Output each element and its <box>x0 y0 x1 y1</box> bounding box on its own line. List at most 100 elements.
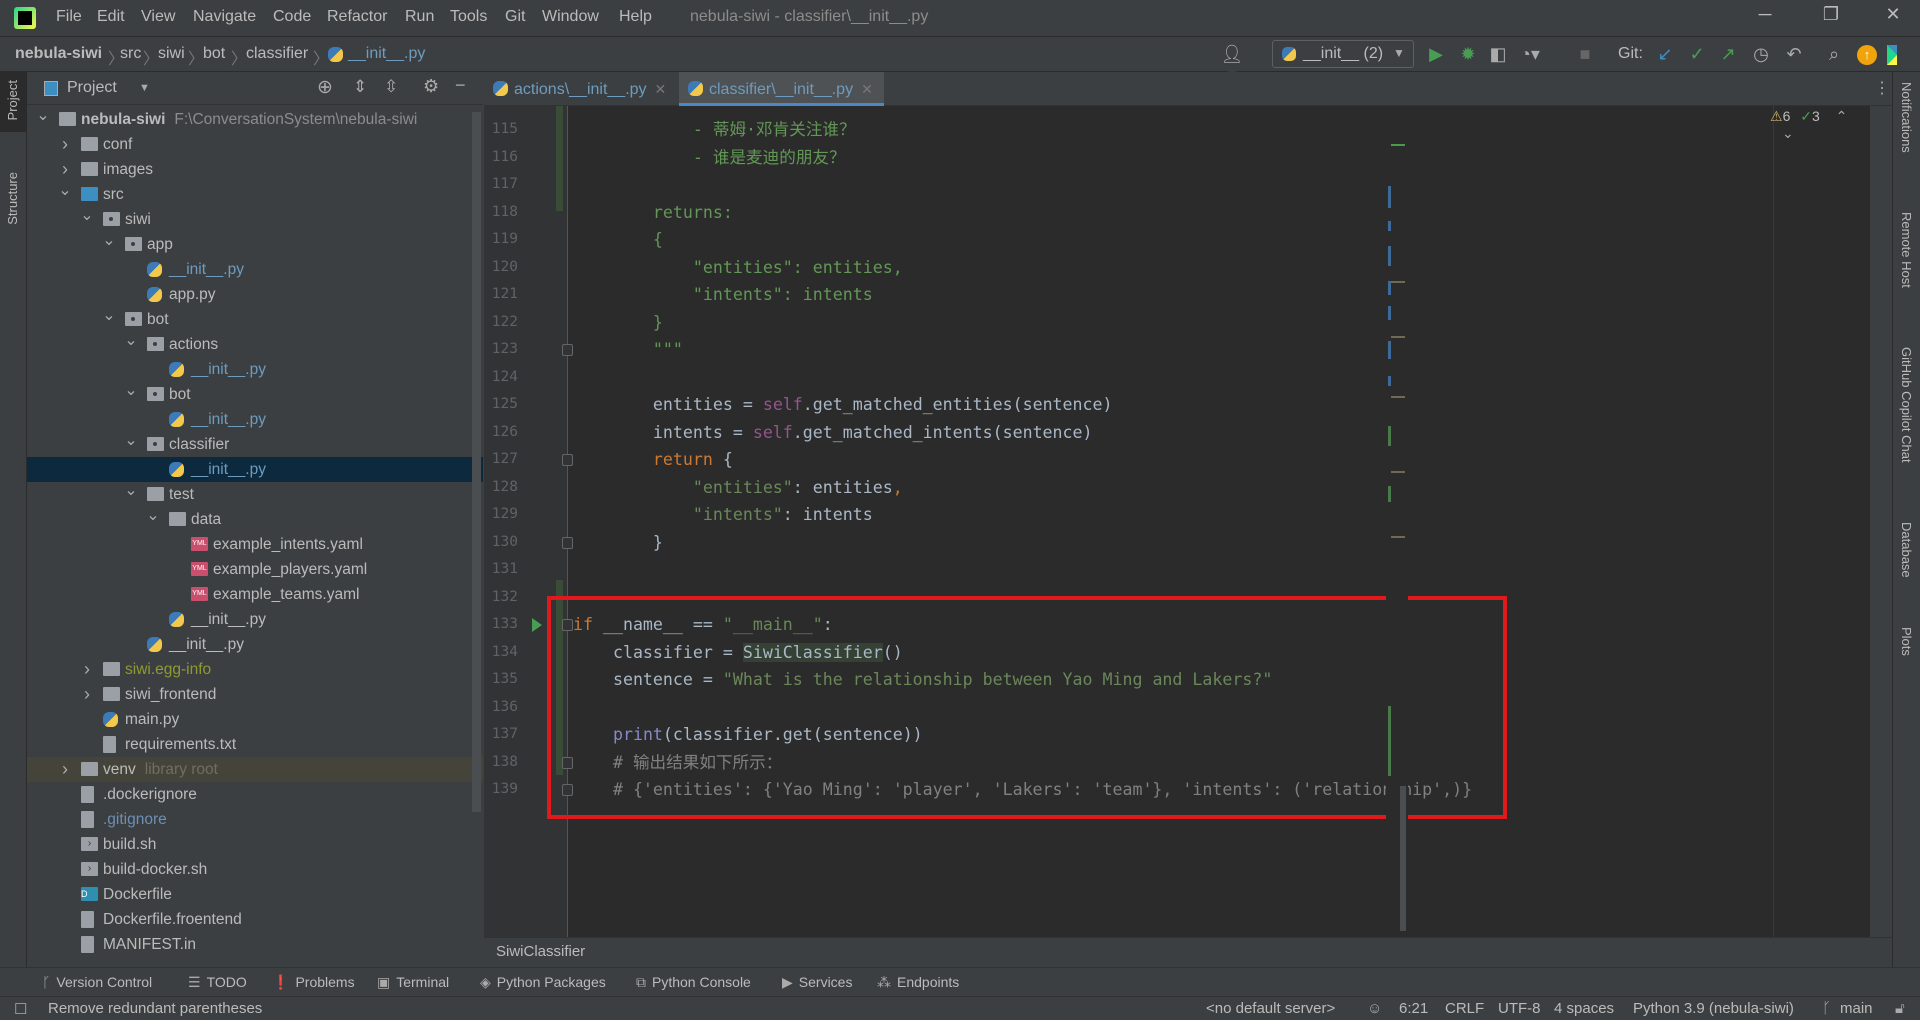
status-message[interactable]: Remove redundant parentheses <box>48 1000 262 1017</box>
tree-item[interactable]: ⌄ bot <box>27 307 483 332</box>
run-configuration-select[interactable]: __init__ (2) ▼ <box>1272 40 1414 68</box>
close-tab-icon[interactable]: ✕ <box>861 81 873 97</box>
structure-tool-button[interactable]: Structure <box>5 172 20 225</box>
breadcrumb-class[interactable]: SiwiClassifier <box>496 943 585 960</box>
fold-marker-icon[interactable] <box>562 344 573 356</box>
tool-problems[interactable]: ❗ Problems <box>272 974 355 991</box>
tree-item[interactable]: ⌄ test <box>27 482 483 507</box>
code-line[interactable]: entities = self.get_matched_entities(sen… <box>573 391 1113 419</box>
tree-item[interactable]: __init__.py <box>27 632 483 657</box>
rollback-icon[interactable]: ↶ <box>1782 44 1806 65</box>
tree-item[interactable]: ⌄ bot <box>27 382 483 407</box>
menu-window[interactable]: Window <box>542 8 599 26</box>
chevron-right-icon[interactable]: › <box>58 757 72 782</box>
code-line[interactable]: } <box>573 309 663 337</box>
database-tool-button[interactable]: Database <box>1899 522 1914 578</box>
menu-file[interactable]: File <box>56 8 82 26</box>
inspection-widget[interactable]: ⚠6 ✓3 ⌃ ⌄ <box>1770 108 1870 142</box>
project-scrollbar[interactable] <box>472 112 481 812</box>
file-encoding[interactable]: UTF-8 <box>1498 1000 1541 1017</box>
previous-highlight-icon[interactable]: ⌃ <box>1836 108 1848 124</box>
breadcrumb-project[interactable]: nebula-siwi <box>15 45 102 63</box>
chevron-down-icon[interactable]: ⌄ <box>124 328 138 353</box>
tree-item[interactable]: ⌄ classifier <box>27 432 483 457</box>
tree-item[interactable]: app.py <box>27 282 483 307</box>
tree-item[interactable]: __init__.py <box>27 457 483 482</box>
plots-tool-button[interactable]: Plots <box>1899 627 1914 656</box>
tool-version-control[interactable]: ᚴ Version Control <box>42 974 152 990</box>
menu-tools[interactable]: Tools <box>450 8 487 26</box>
breadcrumb-src[interactable]: src <box>120 45 141 63</box>
tab-actions-init[interactable]: actions\__init__.py ✕ <box>484 72 674 106</box>
tree-item[interactable]: ⌄ siwi <box>27 207 483 232</box>
more-options-icon[interactable]: ⋮ <box>1874 78 1890 98</box>
menu-view[interactable]: View <box>141 8 175 26</box>
search-icon[interactable]: ⌕ <box>1822 44 1846 65</box>
code-editor[interactable]: 115 - 蒂姆·邓肯关注谁？ 116 - 谁是麦迪的朋友？ 117 118 retu… <box>484 106 1870 937</box>
chevron-down-icon[interactable]: ⌄ <box>146 503 160 528</box>
menu-refactor[interactable]: Refactor <box>327 8 387 26</box>
code-line[interactable]: return { <box>573 446 733 474</box>
git-push-icon[interactable]: ↗ <box>1716 44 1740 65</box>
code-line[interactable]: "intents": intents <box>573 281 873 309</box>
chevron-down-icon[interactable]: ⌄ <box>36 105 50 128</box>
chevron-right-icon[interactable]: › <box>80 682 94 707</box>
stop-icon[interactable]: ■ <box>1573 44 1597 65</box>
expand-all-icon[interactable]: ⇕ <box>353 77 367 97</box>
menu-help[interactable]: Help <box>619 8 652 26</box>
tree-item[interactable]: __init__.py <box>27 357 483 382</box>
profile-icon[interactable]: ◔▾ <box>1518 44 1542 65</box>
project-panel-title[interactable]: Project <box>67 79 117 97</box>
tree-item[interactable]: › images <box>27 157 483 182</box>
error-stripe[interactable] <box>1386 106 1408 937</box>
breadcrumb-bot[interactable]: bot <box>203 45 225 63</box>
chevron-down-icon[interactable]: ⌄ <box>80 203 94 228</box>
tree-item[interactable]: __init__.py <box>27 407 483 432</box>
chevron-right-icon[interactable]: › <box>80 657 94 682</box>
history-icon[interactable]: ◷ <box>1749 44 1773 65</box>
tree-item[interactable]: requirements.txt <box>27 732 483 757</box>
close-tab-icon[interactable]: ✕ <box>655 81 667 97</box>
menu-run[interactable]: Run <box>405 8 434 26</box>
tree-item[interactable]: __init__.py <box>27 257 483 282</box>
tool-todo[interactable]: ☰ TODO <box>188 974 247 991</box>
remote-host-tool-button[interactable]: Remote Host <box>1899 212 1914 288</box>
tree-item[interactable]: › siwi.egg-info <box>27 657 483 682</box>
copilot-icon[interactable]: ☺ <box>1367 1000 1382 1017</box>
code-line[interactable]: - 蒂姆·邓肯关注谁？ <box>573 116 856 144</box>
chevron-down-icon[interactable]: ⌄ <box>102 228 116 253</box>
tool-python-packages[interactable]: ◈ Python Packages <box>480 974 606 991</box>
chevron-down-icon[interactable]: ⌄ <box>124 478 138 503</box>
code-line[interactable]: "entities": entities, <box>573 254 903 282</box>
tree-item[interactable]: › conf <box>27 132 483 157</box>
tree-item[interactable]: ⌄ data <box>27 507 483 532</box>
toolbox-icon[interactable] <box>1887 45 1897 65</box>
tree-item[interactable]: › build.sh <box>27 832 483 857</box>
lock-icon[interactable]: 🔓︎ <box>1895 1000 1905 1017</box>
git-branch[interactable]: main <box>1840 1000 1873 1017</box>
breadcrumb-classifier[interactable]: classifier <box>246 45 308 63</box>
tree-item[interactable]: › build-docker.sh <box>27 857 483 882</box>
tree-item[interactable]: __init__.py <box>27 607 483 632</box>
tree-item[interactable]: MANIFEST.in <box>27 932 483 957</box>
tree-item[interactable]: .gitignore <box>27 807 483 832</box>
tree-item[interactable]: .dockerignore <box>27 782 483 807</box>
menu-git[interactable]: Git <box>505 8 525 26</box>
breadcrumb-file[interactable]: __init__.py <box>348 45 425 63</box>
code-line[interactable]: "intents": intents <box>573 501 873 529</box>
chevron-right-icon[interactable]: › <box>58 132 72 157</box>
tree-item[interactable]: ⌄ nebula-siwi F:\ConversationSystem\nebula… <box>27 107 483 132</box>
menu-edit[interactable]: Edit <box>97 8 125 26</box>
indent-setting[interactable]: 4 spaces <box>1554 1000 1614 1017</box>
project-tool-button[interactable]: Project <box>0 72 26 132</box>
minimize-button[interactable]: ─ <box>1745 4 1785 25</box>
tree-item[interactable]: YML example_players.yaml <box>27 557 483 582</box>
debug-icon[interactable]: ✹ <box>1456 44 1480 65</box>
git-update-icon[interactable]: ↙ <box>1653 44 1677 65</box>
run-icon[interactable]: ▶ <box>1424 44 1448 65</box>
run-gutter-icon[interactable] <box>532 618 542 632</box>
chevron-down-icon[interactable]: ⌄ <box>124 378 138 403</box>
next-highlight-icon[interactable]: ⌄ <box>1782 125 1794 141</box>
code-line[interactable]: intents = self.get_matched_intents(sente… <box>573 419 1093 447</box>
copilot-chat-tool-button[interactable]: GitHub Copilot Chat <box>1899 347 1914 463</box>
